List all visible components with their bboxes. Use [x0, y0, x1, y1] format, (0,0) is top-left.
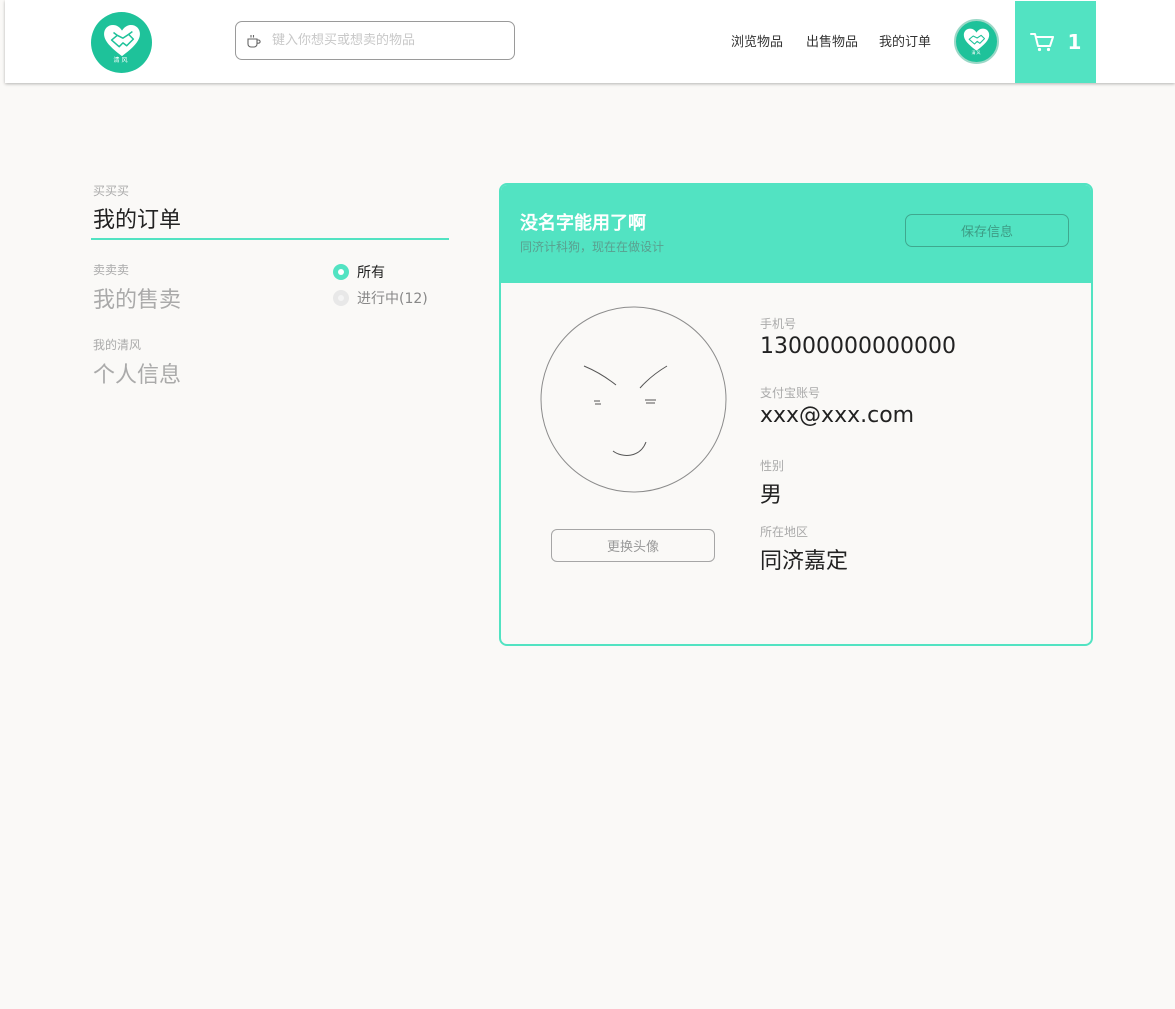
- logo-text: 清风: [113, 56, 130, 64]
- nav-sell-items[interactable]: 出售物品: [806, 31, 858, 50]
- gender-value[interactable]: 男: [760, 477, 782, 509]
- save-info-button[interactable]: 保存信息: [905, 214, 1069, 247]
- region-value[interactable]: 同济嘉定: [760, 543, 848, 575]
- alipay-value[interactable]: xxx@xxx.com: [760, 403, 914, 428]
- cart-count: 1: [1067, 30, 1082, 54]
- user-avatar[interactable]: 清风: [954, 19, 999, 64]
- logo[interactable]: 清风: [91, 12, 152, 73]
- search-input[interactable]: [272, 33, 492, 48]
- nav-browse-items[interactable]: 浏览物品: [731, 31, 783, 50]
- handshake-heart-icon: [963, 28, 990, 51]
- profile-card-header: 没名字能用了啊 同济计科狗，现在在做设计 保存信息: [501, 185, 1091, 283]
- profile-bio: 同济计科狗，现在在做设计: [520, 240, 665, 254]
- profile-card: 没名字能用了啊 同济计科狗，现在在做设计 保存信息 更换头像 手机号 13000…: [499, 183, 1093, 646]
- menu-my-sales[interactable]: 我的售卖: [93, 282, 181, 314]
- region-label: 所在地区: [760, 525, 809, 539]
- shopping-cart-icon: [1029, 33, 1054, 52]
- handshake-heart-icon: [103, 24, 140, 56]
- radio-selected-icon: [333, 264, 349, 280]
- top-navbar: 清风 浏览物品 出售物品 我的订单 清风 1: [5, 0, 1175, 83]
- menu-my-orders[interactable]: 我的订单: [93, 202, 181, 234]
- search-box[interactable]: [235, 21, 515, 60]
- coffee-cup-icon: [247, 34, 261, 48]
- filter-all-label: 所有: [357, 265, 385, 281]
- cart-button[interactable]: 1: [1015, 1, 1096, 83]
- menu-personal-info[interactable]: 个人信息: [93, 357, 181, 389]
- avatar-logo-text: 清风: [971, 49, 982, 55]
- menu-buy-caption: 买买买: [93, 184, 130, 198]
- change-avatar-button[interactable]: 更换头像: [551, 529, 715, 562]
- filter-in-progress-radio[interactable]: 进行中(12): [333, 288, 428, 308]
- phone-label: 手机号: [760, 317, 797, 331]
- radio-unselected-icon: [333, 290, 349, 306]
- alipay-label: 支付宝账号: [760, 386, 821, 400]
- profile-name: 没名字能用了啊: [520, 213, 646, 234]
- gender-label: 性别: [760, 459, 785, 473]
- avatar-face-icon: [540, 306, 727, 493]
- menu-sell-caption: 卖卖卖: [93, 263, 130, 277]
- filter-in-progress-label: 进行中(12): [357, 291, 428, 307]
- nav-my-orders[interactable]: 我的订单: [879, 31, 931, 50]
- active-menu-underline: [91, 238, 449, 240]
- filter-all-radio[interactable]: 所有: [333, 262, 385, 282]
- menu-my-qingfeng-caption: 我的清风: [93, 338, 142, 352]
- phone-value[interactable]: 13000000000000: [760, 334, 956, 359]
